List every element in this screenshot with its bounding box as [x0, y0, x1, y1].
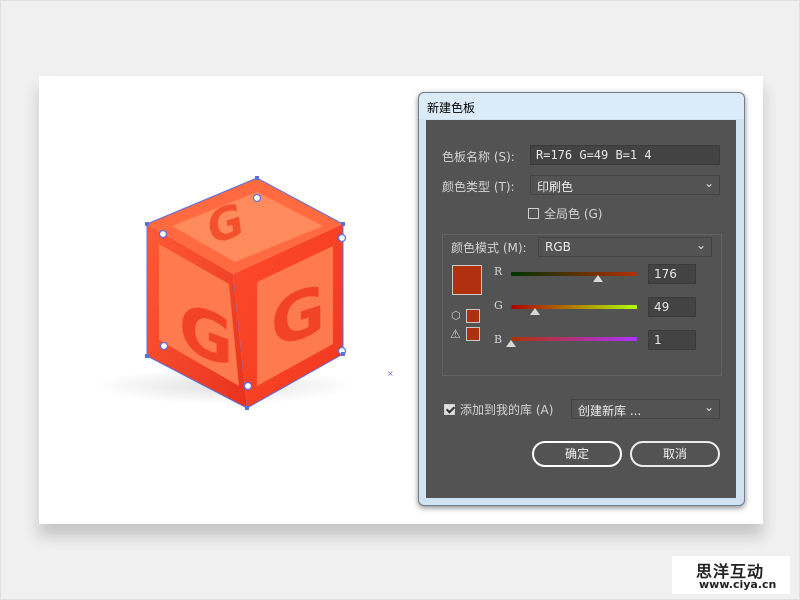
channel-r-thumb[interactable]: [592, 275, 603, 282]
channel-r-slider[interactable]: [511, 272, 637, 276]
add-to-library-label: 添加到我的库 (A): [460, 403, 554, 417]
channel-b-thumb[interactable]: [506, 340, 516, 347]
chevron-down-icon: ⌄: [703, 400, 714, 414]
dialog-titlebar[interactable]: 新建色板: [419, 93, 744, 119]
cube-gamut-icon: ⬡: [451, 309, 461, 322]
color-preview-swatch: [452, 265, 482, 295]
cube-letter-top: G: [205, 194, 246, 256]
cancel-button[interactable]: 取消: [630, 441, 720, 467]
channel-b-slider[interactable]: [511, 337, 637, 341]
anchor-point[interactable]: [243, 381, 253, 391]
channel-b-label: B: [494, 333, 503, 346]
ok-button[interactable]: 确定: [532, 441, 622, 467]
new-swatch-dialog: 新建色板 色板名称 (S): R=176 G=49 B=1 4 颜色类型 (T)…: [418, 92, 745, 506]
color-mode-group: 颜色模式 (M): RGB ⌄ ⬡ ⚠ R 176 G 49 B 1: [442, 234, 722, 376]
swatch-name-input[interactable]: R=176 G=49 B=1 4: [530, 145, 720, 165]
watermark-url: www.ciya.cn: [699, 578, 777, 591]
warning-icon: ⚠: [450, 327, 461, 341]
web-safe-swatch[interactable]: [466, 327, 480, 341]
add-to-library-checkbox[interactable]: [444, 404, 455, 415]
channel-r-label: R: [494, 265, 503, 278]
color-mode-value: RGB: [545, 240, 571, 254]
dialog-title: 新建色板: [427, 101, 476, 115]
color-mode-dropdown[interactable]: RGB ⌄: [538, 237, 712, 257]
channel-g-input[interactable]: 49: [648, 297, 696, 317]
channel-b-input[interactable]: 1: [648, 330, 696, 350]
anchor-point[interactable]: [337, 233, 347, 243]
anchor-point[interactable]: [159, 341, 169, 351]
color-type-label: 颜色类型 (T):: [442, 180, 515, 194]
channel-g-label: G: [494, 299, 503, 312]
library-value: 创建新库 ...: [578, 404, 642, 418]
global-color-checkbox[interactable]: [528, 208, 539, 219]
chevron-down-icon: ⌄: [695, 238, 706, 252]
color-type-dropdown[interactable]: 印刷色 ⌄: [530, 175, 720, 195]
color-type-value: 印刷色: [537, 180, 574, 194]
swatch-name-label: 色板名称 (S):: [442, 150, 515, 164]
library-dropdown[interactable]: 创建新库 ... ⌄: [571, 399, 720, 419]
dialog-body: 色板名称 (S): R=176 G=49 B=1 4 颜色类型 (T): 印刷色…: [426, 120, 736, 498]
anchor-point[interactable]: [158, 229, 168, 239]
color-mode-label: 颜色模式 (M):: [451, 241, 527, 255]
watermark: 思洋互动 www.ciya.cn: [672, 556, 790, 594]
anchor-point[interactable]: [252, 193, 262, 203]
center-point-icon: ×: [387, 369, 394, 378]
channel-g-thumb[interactable]: [529, 308, 540, 315]
gamut-swatch[interactable]: [466, 309, 480, 323]
global-color-label: 全局色 (G): [544, 207, 603, 221]
chevron-down-icon: ⌄: [703, 176, 714, 190]
channel-r-input[interactable]: 176: [648, 264, 696, 284]
